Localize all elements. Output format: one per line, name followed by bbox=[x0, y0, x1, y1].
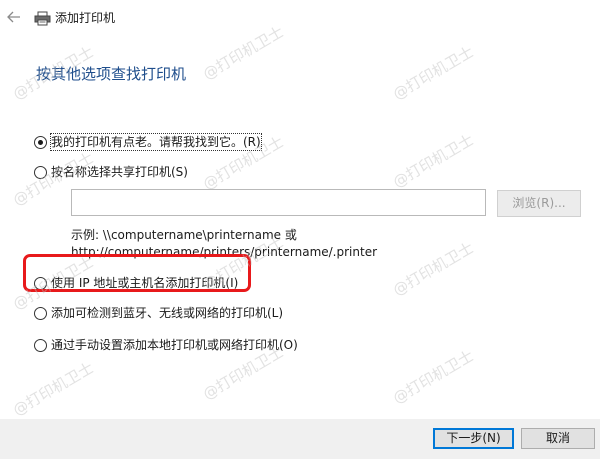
add-printer-dialog: 添加打印机 按其他选项查找打印机 我的打印机有点老。请帮我找到它。(R) 按名称… bbox=[0, 0, 600, 459]
watermark-text: @打印机卫士 bbox=[389, 130, 477, 192]
radio-ip-address[interactable] bbox=[34, 276, 47, 290]
option-ip-address[interactable]: 使用 IP 地址或主机名添加打印机(I) bbox=[34, 274, 238, 292]
watermark-text: @打印机卫士 bbox=[389, 42, 477, 104]
option-wireless-network[interactable]: 添加可检测到蓝牙、无线或网络的打印机(L) bbox=[34, 304, 283, 322]
watermark-text: @打印机卫士 bbox=[389, 346, 477, 408]
title-bar: 添加打印机 bbox=[0, 0, 600, 38]
watermark-text: @打印机卫士 bbox=[9, 358, 97, 420]
watermark-text: @打印机卫士 bbox=[389, 238, 477, 300]
cancel-button[interactable]: 取消 bbox=[521, 428, 595, 449]
window-title: 添加打印机 bbox=[55, 11, 116, 25]
radio-shared-printer[interactable] bbox=[34, 165, 47, 179]
printer-icon bbox=[34, 11, 51, 26]
option-label: 添加可检测到蓝牙、无线或网络的打印机(L) bbox=[51, 306, 284, 320]
option-label: 使用 IP 地址或主机名添加打印机(I) bbox=[51, 276, 239, 290]
option-label: 我的打印机有点老。请帮我找到它。(R) bbox=[50, 133, 262, 151]
option-manual-settings[interactable]: 通过手动设置添加本地打印机或网络打印机(O) bbox=[34, 336, 298, 354]
option-printer-old[interactable]: 我的打印机有点老。请帮我找到它。(R) bbox=[34, 133, 262, 151]
option-shared-printer[interactable]: 按名称选择共享打印机(S) bbox=[34, 163, 188, 181]
next-button[interactable]: 下一步(N) bbox=[433, 428, 514, 449]
example-hint: 示例: \\computername\printername 或 http://… bbox=[71, 227, 377, 261]
option-label: 通过手动设置添加本地打印机或网络打印机(O) bbox=[51, 338, 298, 352]
shared-printer-name-input[interactable] bbox=[71, 189, 486, 216]
browse-button[interactable]: 浏览(R)... bbox=[497, 190, 581, 217]
example-line-2: http://computername/printers/printername… bbox=[71, 245, 378, 259]
arrow-left-icon bbox=[7, 11, 20, 23]
radio-printer-old[interactable] bbox=[34, 135, 47, 149]
option-label: 按名称选择共享打印机(S) bbox=[51, 165, 188, 179]
radio-wireless-network[interactable] bbox=[34, 306, 47, 320]
back-arrow-icon[interactable] bbox=[6, 10, 22, 26]
dialog-footer: 下一步(N) 取消 bbox=[0, 419, 600, 459]
example-line-1: 示例: \\computername\printername 或 bbox=[71, 228, 297, 242]
radio-manual-settings[interactable] bbox=[34, 338, 47, 352]
page-heading: 按其他选项查找打印机 bbox=[36, 65, 187, 83]
